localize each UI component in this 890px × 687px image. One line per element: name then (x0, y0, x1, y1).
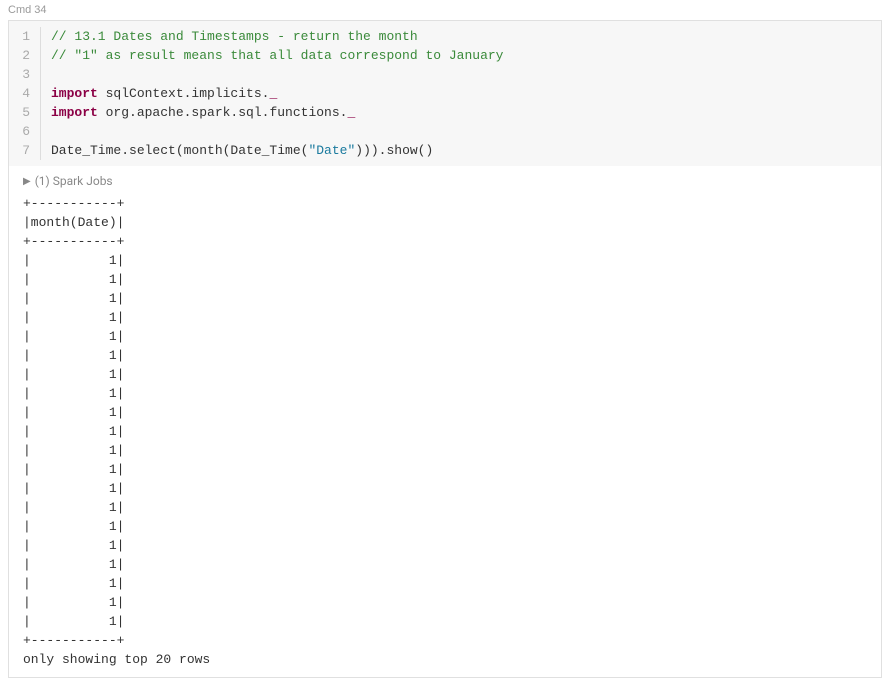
cell-label: Cmd 34 (0, 0, 890, 20)
output-text: +-----------+ |month(Date)| +-----------… (23, 194, 867, 669)
code-content[interactable]: // 13.1 Dates and Timestamps - return th… (41, 27, 881, 160)
line-gutter: 1234567 (9, 27, 41, 160)
line-number: 2 (19, 46, 30, 65)
code-line-blank (51, 122, 881, 141)
code-ident: ))).show() (355, 143, 433, 158)
code-ident: Date_Time.select(month(Date_Time( (51, 143, 308, 158)
code-keyword: import (51, 86, 98, 101)
chevron-right-icon: ▶ (23, 176, 31, 187)
code-under: _ (347, 105, 355, 120)
line-number: 6 (19, 122, 30, 141)
code-comment: // "1" as result means that all data cor… (51, 48, 503, 63)
spark-jobs-toggle[interactable]: ▶ (1) Spark Jobs (23, 174, 867, 188)
line-number: 5 (19, 103, 30, 122)
code-ident: sqlContext.implicits. (98, 86, 270, 101)
line-number: 3 (19, 65, 30, 84)
code-under: _ (269, 86, 277, 101)
spark-jobs-label: (1) Spark Jobs (35, 174, 113, 188)
notebook-cell: 1234567 // 13.1 Dates and Timestamps - r… (8, 20, 882, 678)
code-editor[interactable]: 1234567 // 13.1 Dates and Timestamps - r… (9, 21, 881, 166)
code-comment: // 13.1 Dates and Timestamps - return th… (51, 29, 418, 44)
code-line-blank (51, 65, 881, 84)
output-section: ▶ (1) Spark Jobs +-----------+ |month(Da… (9, 166, 881, 677)
line-number: 1 (19, 27, 30, 46)
code-keyword: import (51, 105, 98, 120)
code-ident: org.apache.spark.sql.functions. (98, 105, 348, 120)
line-number: 4 (19, 84, 30, 103)
code-string: "Date" (308, 143, 355, 158)
line-number: 7 (19, 141, 30, 160)
